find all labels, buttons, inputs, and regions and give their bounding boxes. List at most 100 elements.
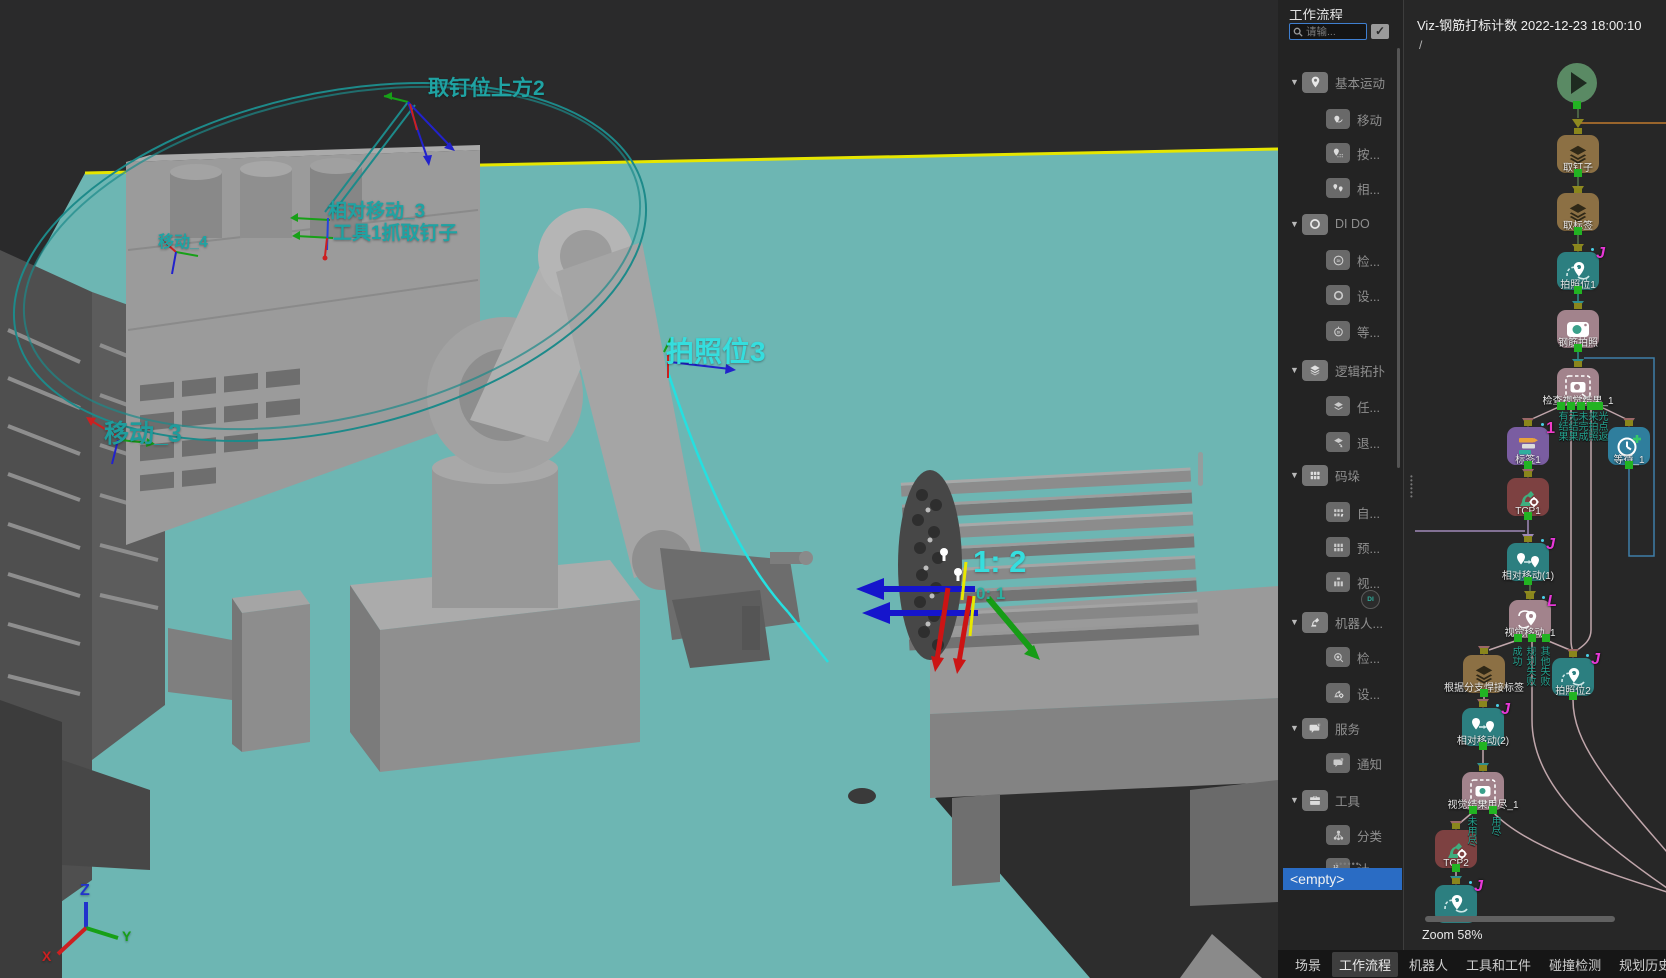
- output-port-rephoto[interactable]: [1587, 402, 1595, 410]
- 3d-viewport[interactable]: 取钉位上方2 相对移动_3 工具1抓取钉子 移动_4 拍照位3 移动_3 1: …: [0, 0, 1278, 978]
- sidebar-item-notify[interactable]: 1通知: [1278, 752, 1398, 774]
- play-icon: [1571, 72, 1587, 94]
- canvas-resize-handle[interactable]: ••••••: [1410, 475, 1416, 499]
- di-listen-badge[interactable]: DI: [1361, 590, 1380, 609]
- sidebar-item-wait-di[interactable]: DI等...: [1278, 320, 1398, 342]
- output-port[interactable]: [1524, 512, 1532, 520]
- sidebar-item-palletize[interactable]: ▼码垛: [1278, 464, 1398, 486]
- start-node[interactable]: [1557, 63, 1597, 103]
- sidebar-item-robot-check[interactable]: 检...: [1278, 646, 1398, 668]
- filter-checkbox[interactable]: ✓: [1371, 24, 1389, 39]
- sidebar-item-task[interactable]: 任...: [1278, 395, 1398, 417]
- waypoint-label-tool-grab: 工具1抓取钉子: [333, 218, 458, 245]
- sidebar-item-robot-set[interactable]: 设...: [1278, 682, 1398, 704]
- node-photo-pos-2[interactable]: J 拍照位2: [1552, 658, 1594, 696]
- panel-splitter-handle[interactable]: [1198, 452, 1203, 486]
- sidebar-label: 机器人...: [1335, 613, 1383, 632]
- node-tcp-1[interactable]: TCP1: [1507, 478, 1549, 516]
- output-port-unfinished[interactable]: [1577, 402, 1585, 410]
- sidebar-item-basic-motion[interactable]: ▼基本运动: [1278, 71, 1398, 93]
- sidebar-item-set-do[interactable]: 设...: [1278, 284, 1398, 306]
- sidebar-item-service[interactable]: ▼1服务: [1278, 717, 1398, 739]
- output-port[interactable]: [1479, 742, 1487, 750]
- sidebar-label: 逻辑拓扑: [1335, 361, 1385, 380]
- collapse-icon[interactable]: ▼: [1290, 365, 1302, 375]
- tab-tools-workpieces[interactable]: 工具和工件: [1459, 952, 1538, 977]
- robot-simulation-app: 取钉位上方2 相对移动_3 工具1抓取钉子 移动_4 拍照位3 移动_3 1: …: [0, 0, 1666, 978]
- node-vision-move[interactable]: L 视觉移动_1: [1509, 600, 1551, 638]
- sidebar-item-move[interactable]: 移动: [1278, 108, 1398, 130]
- node-relative-move-2[interactable]: J 相对移动(2): [1462, 708, 1504, 746]
- chat-bubble-icon: 1: [1302, 718, 1328, 739]
- axis-z-label: Z: [80, 882, 90, 900]
- sidebar-label: 通知: [1357, 754, 1382, 773]
- sidebar-label: 设...: [1357, 684, 1380, 703]
- output-port-exhausted[interactable]: [1489, 806, 1497, 814]
- collapse-icon[interactable]: ▼: [1290, 470, 1302, 480]
- output-port-no-result[interactable]: [1567, 402, 1575, 410]
- output-port[interactable]: [1574, 286, 1582, 294]
- sidebar-item-relative[interactable]: 相...: [1278, 177, 1398, 199]
- sidebar-item-robot[interactable]: ▼ 机器人...: [1278, 611, 1398, 633]
- output-port[interactable]: [1574, 227, 1582, 235]
- joint-badge: J: [1474, 878, 1483, 896]
- node-relative-move-1[interactable]: J 相对移动(1): [1507, 543, 1549, 581]
- output-port[interactable]: [1524, 461, 1532, 469]
- output-port[interactable]: [1524, 577, 1532, 585]
- collapse-icon[interactable]: ▼: [1290, 617, 1302, 627]
- node-label-1[interactable]: 1 标签1: [1507, 427, 1549, 465]
- collapse-icon[interactable]: ▼: [1290, 795, 1302, 805]
- output-port-has-result[interactable]: [1557, 402, 1565, 410]
- joint-badge: J: [1546, 536, 1555, 554]
- tab-collision-detect[interactable]: 碰撞检测: [1542, 952, 1608, 977]
- sidebar-item-custom-pallet[interactable]: 自...: [1278, 501, 1398, 523]
- empty-palette-item[interactable]: <empty>: [1283, 868, 1402, 890]
- sidebar-item-check-di[interactable]: DI检...: [1278, 249, 1398, 271]
- output-port[interactable]: [1574, 344, 1582, 352]
- tab-planning-history[interactable]: 规划历史: [1612, 952, 1666, 977]
- tab-scene[interactable]: 场景: [1288, 952, 1328, 977]
- output-port-not-exhausted[interactable]: [1469, 806, 1477, 814]
- output-port-plan-fail[interactable]: [1528, 634, 1536, 642]
- output-port[interactable]: [1569, 692, 1577, 700]
- output-port-other-fail[interactable]: [1542, 634, 1550, 642]
- sidebar-item-logic[interactable]: ▼ 逻辑拓扑: [1278, 359, 1398, 381]
- layers-icon: [1326, 396, 1350, 416]
- collapse-icon[interactable]: ▼: [1290, 219, 1302, 229]
- sidebar-item-classify[interactable]: 分类: [1278, 824, 1398, 846]
- node-vision-exhausted[interactable]: 视觉结果用尽_1: [1462, 772, 1504, 810]
- output-port[interactable]: [1480, 689, 1488, 697]
- node-rebar-photo[interactable]: 钢筋拍照: [1557, 310, 1599, 348]
- node-branch-weld-label[interactable]: 根据分支焊接标签: [1463, 655, 1505, 693]
- sidebar-item-by-grid[interactable]: 按...: [1278, 142, 1398, 164]
- count-label-0-1: 0: 1: [976, 584, 1005, 604]
- node-take-label[interactable]: 取标签: [1557, 193, 1599, 231]
- sidebar-item-preset-pallet[interactable]: 预...: [1278, 536, 1398, 558]
- tab-robot[interactable]: 机器人: [1402, 952, 1455, 977]
- sidebar-item-exit[interactable]: 退...: [1278, 431, 1398, 453]
- output-port[interactable]: [1452, 864, 1460, 872]
- output-port[interactable]: [1574, 169, 1582, 177]
- output-port[interactable]: [1625, 461, 1633, 469]
- output-port-return[interactable]: [1595, 402, 1603, 410]
- output-port-success[interactable]: [1514, 634, 1522, 642]
- search-input[interactable]: 请输...: [1289, 23, 1367, 40]
- sidebar-item-tools[interactable]: ▼工具: [1278, 789, 1398, 811]
- sidebar-label: 检...: [1357, 251, 1380, 270]
- sidebar-item-di-do[interactable]: ▼ DI DO: [1278, 213, 1398, 235]
- output-port[interactable]: [1573, 101, 1581, 109]
- node-check-vision-result[interactable]: 检查视觉结果_1: [1557, 368, 1599, 406]
- node-take-nail[interactable]: 取钉子: [1557, 135, 1599, 173]
- collapse-icon[interactable]: ▼: [1290, 77, 1302, 87]
- sidebar-label: DI DO: [1335, 217, 1370, 231]
- canvas-horizontal-scrollbar[interactable]: [1425, 916, 1615, 922]
- pin-icon: [1302, 72, 1328, 93]
- node-photo-pos-1[interactable]: J 拍照位1: [1557, 252, 1599, 290]
- joint-badge: J: [1501, 701, 1510, 719]
- tab-workflow[interactable]: 工作流程: [1332, 952, 1398, 977]
- collapse-icon[interactable]: ▼: [1290, 723, 1302, 733]
- workflow-canvas[interactable]: Viz-钢筋打标计数 2022-12-23 18:00:10 /: [1403, 0, 1666, 950]
- sidebar-scrollbar[interactable]: [1397, 48, 1400, 468]
- node-wait-1[interactable]: 等待_1: [1608, 427, 1650, 465]
- sidebar-item-vision-pallet[interactable]: 视...: [1278, 571, 1398, 593]
